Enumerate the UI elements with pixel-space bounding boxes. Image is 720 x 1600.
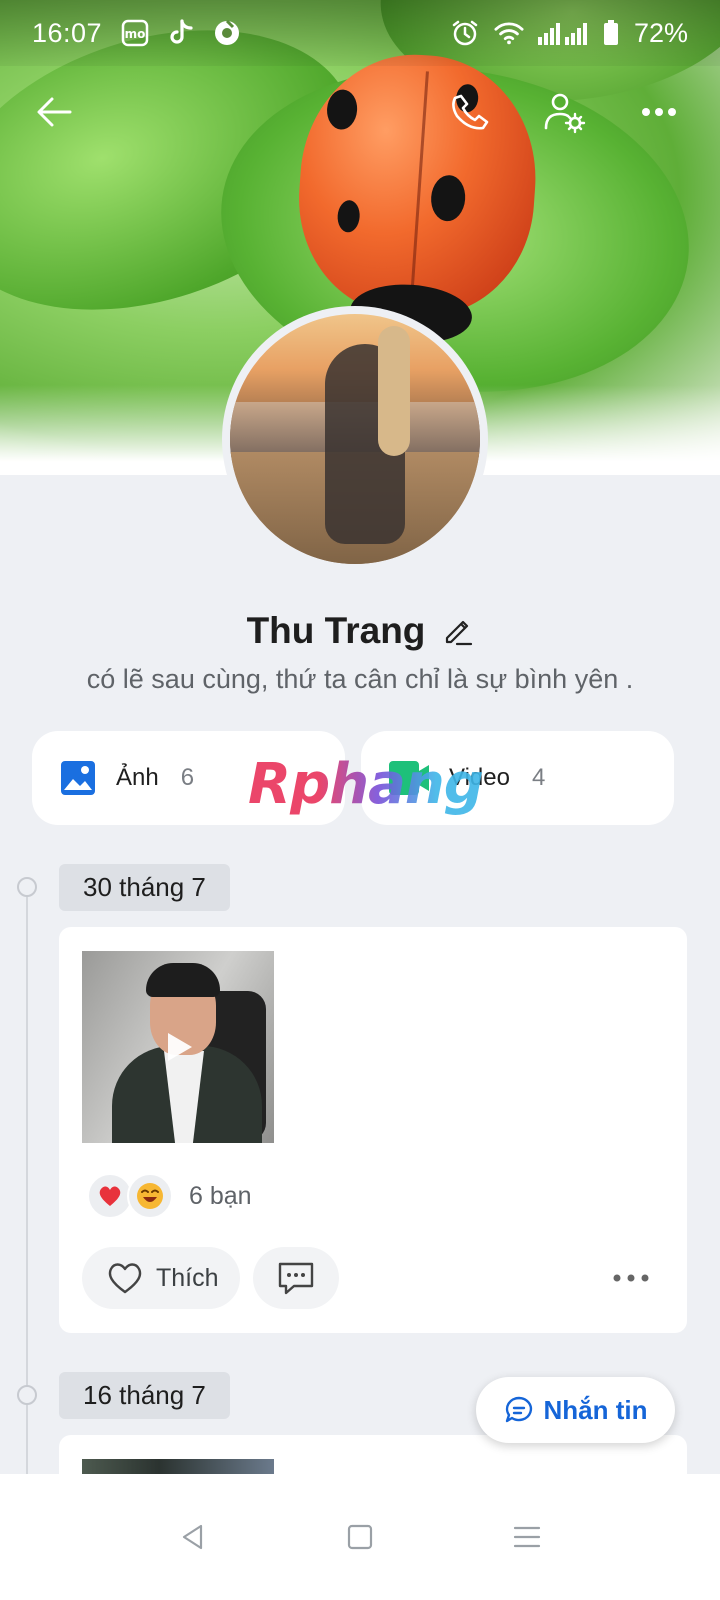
battery-icon: [602, 18, 620, 48]
profile-settings-button[interactable]: [536, 84, 592, 140]
post-more-button[interactable]: [611, 1263, 651, 1293]
profile-name: Thu Trang: [246, 610, 426, 651]
comment-button[interactable]: [253, 1247, 339, 1309]
user-settings-icon: [544, 93, 586, 134]
like-label: Thích: [156, 1263, 219, 1292]
send-message-label: Nhắn tin: [543, 1394, 648, 1425]
back-button[interactable]: [26, 84, 82, 140]
comment-icon: [278, 1262, 314, 1295]
battery-percent: 72%: [633, 17, 688, 48]
edit-name-button[interactable]: [443, 616, 473, 646]
momo-icon: mo: [120, 18, 150, 48]
image-icon: [61, 761, 95, 795]
pencil-icon: [446, 620, 473, 646]
svg-text:mo: mo: [125, 27, 146, 41]
nav-home-button[interactable]: [330, 1507, 390, 1567]
more-horizontal-icon: [613, 1274, 649, 1282]
more-horizontal-icon: [642, 108, 676, 116]
play-icon: [168, 1033, 192, 1061]
nav-back-button[interactable]: [163, 1507, 223, 1567]
menu-lines-icon: [513, 1526, 540, 1548]
photos-count: 6: [180, 764, 195, 791]
nav-menu-button[interactable]: [497, 1507, 557, 1567]
photos-label: Ảnh: [116, 764, 159, 791]
like-button[interactable]: Thích: [82, 1247, 240, 1309]
watermark-logo: Rphang: [248, 752, 484, 817]
call-button[interactable]: [443, 84, 499, 140]
back-arrow-icon: [37, 97, 72, 127]
avatar[interactable]: [230, 314, 480, 564]
tiktok-icon: [166, 18, 196, 48]
alarm-icon: [450, 18, 480, 48]
profile-bio: có lẽ sau cùng, thứ ta cân chỉ là sự bìn…: [86, 664, 634, 694]
wifi-icon: [494, 18, 524, 48]
status-bar: 16:07 mo 72%: [0, 0, 720, 66]
send-message-button[interactable]: Nhắn tin: [476, 1377, 675, 1443]
profile-name-row: Thu Trang: [0, 610, 720, 652]
triangle-back-icon: [183, 1524, 203, 1550]
avatar-frame[interactable]: [222, 306, 488, 572]
videos-count: 4: [531, 764, 546, 791]
heart-outline-icon: [108, 1263, 142, 1294]
reaction-count: 6 bạn: [189, 1181, 252, 1210]
post-card[interactable]: 6 bạn Thích: [59, 927, 687, 1333]
app-icon: [212, 18, 242, 48]
status-time: 16:07: [32, 17, 103, 48]
timeline-dot: [17, 1385, 37, 1405]
phone-icon: [452, 94, 489, 130]
timeline-dot: [17, 877, 37, 897]
timeline-date: 30 tháng 7: [59, 864, 230, 911]
laugh-reaction-icon: [127, 1173, 173, 1219]
more-options-button[interactable]: [631, 84, 687, 140]
video-thumbnail[interactable]: [82, 951, 274, 1143]
timeline-date: 16 tháng 7: [59, 1372, 230, 1419]
square-home-icon: [347, 1524, 373, 1550]
system-navigation-bar: [0, 1474, 720, 1600]
signal-icon: [537, 18, 588, 48]
chat-bubble-icon: [505, 1396, 532, 1423]
reaction-summary[interactable]: 6 bạn: [87, 1173, 252, 1219]
